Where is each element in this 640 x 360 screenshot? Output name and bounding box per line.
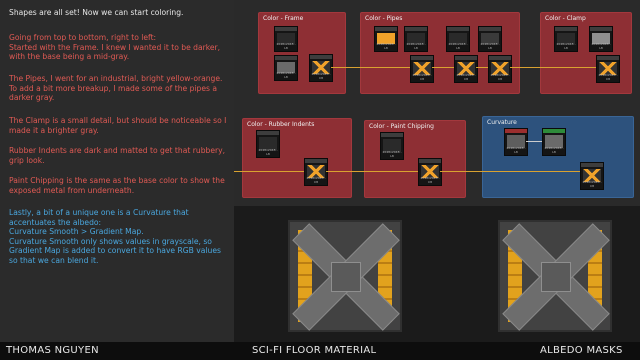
chipping-note: Paint Chipping is the same as the base c…: [9, 176, 225, 195]
connection-wire: [476, 67, 488, 68]
node-resolution-label: 2048x2048 - C8: [412, 73, 432, 81]
project-title: SCI-FI FLOOR MATERIAL: [252, 345, 377, 356]
node-resolution-label: 2048x2048 - L8: [556, 42, 576, 50]
pipe-mask-node[interactable]: 2048x2048 - L8: [446, 26, 470, 52]
frame-title: Curvature: [487, 119, 517, 126]
node-resolution-label: 2048x2048 - C8: [420, 176, 440, 184]
preview-area: [234, 206, 640, 342]
node-resolution-label: 2048x2048 - L8: [382, 150, 402, 158]
author-name: THOMAS NGUYEN: [6, 345, 99, 356]
node-resolution-label: 2048x2048 - C8: [582, 180, 602, 188]
node-resolution-label: 2048x2048 - C8: [598, 73, 618, 81]
node-resolution-label: 2048x2048 - L8: [591, 42, 611, 50]
material-preview-albedo: [498, 220, 612, 332]
connection-wire: [331, 67, 410, 68]
rubber-note: Rubber Indents are dark and matted to ge…: [9, 146, 226, 165]
rubber-mask-node[interactable]: 2048x2048 - L8: [256, 130, 280, 158]
node-resolution-label: 2048x2048 - L8: [276, 42, 296, 50]
frame-note: Going from top to bottom, right to left:…: [9, 33, 221, 62]
material-preview-color: [288, 220, 402, 332]
connection-wire: [234, 171, 304, 172]
pipe-dark-color-node[interactable]: 2048x2048 - L8: [478, 26, 502, 52]
blend-node[interactable]: 2048x2048 - C8: [596, 55, 620, 83]
node-resolution-label: 2048x2048 - L8: [376, 42, 396, 50]
blend-node[interactable]: 2048x2048 - C8: [309, 54, 333, 82]
notes-panel: Shapes are all set! Now we can start col…: [0, 0, 234, 342]
node-resolution-label: 2048x2048 - L8: [480, 42, 500, 50]
blend-node[interactable]: 2048x2048 - C8: [454, 55, 478, 83]
pipes-note: The Pipes, I went for an industrial, bri…: [9, 74, 223, 103]
node-resolution-label: 2048x2048 - C8: [456, 73, 476, 81]
gradient-map-node[interactable]: 2048x2048 - L8: [542, 128, 566, 156]
curvature-note: Lastly, a bit of a unique one is a Curva…: [9, 208, 222, 265]
frame-title: Color - Pipes: [365, 15, 403, 22]
slide: Shapes are all set! Now we can start col…: [0, 0, 640, 360]
blend-node[interactable]: 2048x2048 - C8: [304, 158, 328, 186]
node-resolution-label: 2048x2048 - C8: [311, 72, 331, 80]
node-resolution-label: 2048x2048 - L8: [506, 146, 526, 154]
frame-title: Color - Paint Chipping: [369, 123, 434, 130]
blend-node[interactable]: 2048x2048 - C8: [580, 162, 604, 190]
section-title: ALBEDO MASKS: [540, 345, 623, 356]
frame-title: Color - Clamp: [545, 15, 586, 22]
clamp-color-node[interactable]: 2048x2048 - L8: [589, 26, 613, 52]
clamp-note: The Clamp is a small detail, but should …: [9, 116, 227, 135]
frame-title: Color - Rubber Indents: [247, 121, 315, 128]
connection-wire: [326, 171, 418, 172]
node-resolution-label: 2048x2048 - L8: [258, 148, 278, 156]
node-resolution-label: 2048x2048 - L8: [276, 71, 296, 79]
blend-node[interactable]: 2048x2048 - C8: [488, 55, 512, 83]
intro-text: Shapes are all set! Now we can start col…: [9, 8, 184, 17]
connection-wire: [432, 67, 454, 68]
node-resolution-label: 2048x2048 - C8: [306, 176, 326, 184]
clamp-mask-node[interactable]: 2048x2048 - L8: [554, 26, 578, 52]
node-resolution-label: 2048x2048 - L8: [406, 42, 426, 50]
connection-wire: [526, 141, 542, 142]
node-resolution-label: 2048x2048 - L8: [448, 42, 468, 50]
node-resolution-label: 2048x2048 - C8: [490, 73, 510, 81]
footer-bar: THOMAS NGUYEN SCI-FI FLOOR MATERIAL ALBE…: [0, 342, 640, 360]
blend-node[interactable]: 2048x2048 - C8: [418, 158, 442, 186]
connection-wire: [440, 171, 580, 172]
curvature-smooth-node[interactable]: 2048x2048 - L8: [504, 128, 528, 156]
pipe-color-node[interactable]: 2048x2048 - L8: [374, 26, 398, 52]
frame-title: Color - Frame: [263, 15, 304, 22]
chipping-mask-node[interactable]: 2048x2048 - L8: [380, 132, 404, 160]
blend-node[interactable]: 2048x2048 - C8: [410, 55, 434, 83]
connection-wire: [510, 67, 596, 68]
node-resolution-label: 2048x2048 - L8: [544, 146, 564, 154]
node-graph[interactable]: Color - Frame 2048x2048 - L8 2048x2048 -…: [234, 0, 640, 206]
pipe-mask-node[interactable]: 2048x2048 - L8: [404, 26, 428, 52]
color-node[interactable]: 2048x2048 - L8: [274, 55, 298, 81]
mask-node[interactable]: 2048x2048 - L8: [274, 26, 298, 52]
